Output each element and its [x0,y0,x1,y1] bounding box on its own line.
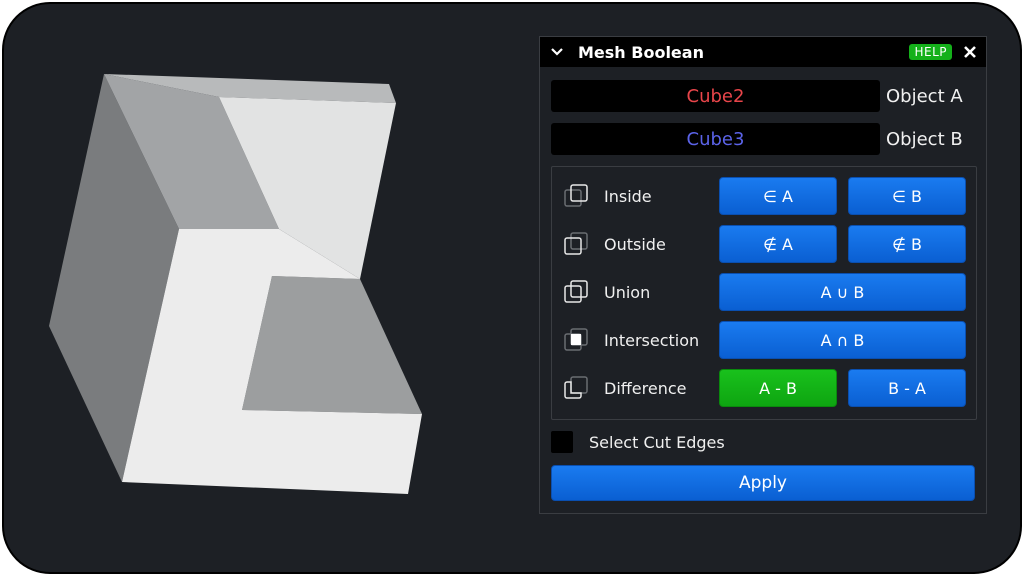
apply-button[interactable]: Apply [551,465,975,501]
difference-icon [564,376,588,399]
inside-b-label: ∈ B [892,186,922,206]
op-label-outside: Outside [604,234,666,254]
object-b-value: Cube3 [686,128,745,150]
op-label-difference: Difference [604,378,687,398]
select-cut-edges-checkbox[interactable] [551,431,573,453]
operations-box: Inside ∈ A ∈ B Outside ∉ A ∉ B Union A ∪… [551,166,977,420]
object-b-label: Object B [886,128,963,150]
union-button[interactable]: A ∪ B [719,273,966,311]
op-row-inside: Inside ∈ A ∈ B [552,177,976,215]
op-row-difference: Difference A - B B - A [552,369,976,407]
op-row-intersection: Intersection A ∩ B [552,321,976,359]
select-cut-edges-label: Select Cut Edges [589,432,725,452]
mesh-face-inner [242,276,422,414]
difference-b-a-button[interactable]: B - A [848,369,966,407]
union-icon [564,280,588,303]
op-label-intersection: Intersection [604,330,700,350]
object-a-label: Object A [886,85,963,107]
chevron-down-icon[interactable] [548,43,566,61]
intersection-button[interactable]: A ∩ B [719,321,966,359]
difference-a-b-button[interactable]: A - B [719,369,837,407]
op-row-outside: Outside ∉ A ∉ B [552,225,976,263]
select-cut-edges-row: Select Cut Edges [551,431,725,453]
object-b-field[interactable]: Cube3 [551,123,880,155]
op-row-union: Union A ∪ B [552,273,976,311]
mesh-render [49,74,422,494]
object-a-row: Cube2 Object A [551,80,963,112]
intersection-label: A ∩ B [820,330,865,350]
inside-b-button[interactable]: ∈ B [848,177,966,215]
outside-icon [564,232,588,255]
inside-a-button[interactable]: ∈ A [719,177,837,215]
object-a-field[interactable]: Cube2 [551,80,880,112]
op-label-inside: Inside [604,186,652,206]
close-icon[interactable] [962,44,978,60]
object-a-value: Cube2 [686,85,745,107]
outside-a-button[interactable]: ∉ A [719,225,837,263]
union-label: A ∪ B [820,282,865,302]
difference-a-b-label: A - B [759,378,797,398]
op-label-union: Union [604,282,651,302]
apply-label: Apply [739,473,787,493]
intersection-icon [564,328,588,351]
panel-header: Mesh Boolean HELP [540,37,986,67]
help-button[interactable]: HELP [909,44,952,60]
panel-title: Mesh Boolean [578,42,704,62]
outside-a-label: ∉ A [763,234,793,254]
object-b-row: Cube3 Object B [551,123,963,155]
difference-b-a-label: B - A [888,378,926,398]
mesh-boolean-panel: Mesh Boolean HELP Cube2 Object A Cube3 O… [539,36,987,514]
outside-b-label: ∉ B [892,234,922,254]
inside-a-label: ∈ A [763,186,793,206]
app-window: Mesh Boolean HELP Cube2 Object A Cube3 O… [2,2,1022,574]
outside-b-button[interactable]: ∉ B [848,225,966,263]
3d-viewport[interactable] [4,4,544,572]
inside-icon [564,184,588,207]
